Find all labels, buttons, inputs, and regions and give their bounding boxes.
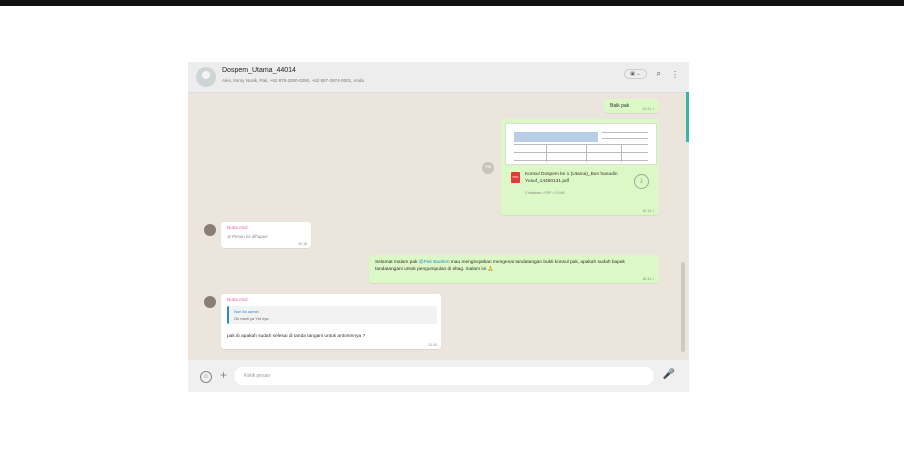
message-incoming[interactable]: Nuria Ansl Nuri Ila admin Ok nanti ya Yi… <box>221 294 441 349</box>
compose-bar: ☺ + Ketik pesan 🎤 <box>188 360 689 392</box>
message-time: 10.11 ✓ <box>642 107 655 111</box>
message-outgoing[interactable]: Selamat malam pak @Pak Baahim mau mengin… <box>369 255 659 283</box>
microphone-icon[interactable]: 🎤 <box>663 369 675 380</box>
chat-header[interactable]: Dospem_Utama_44014 Alex, Imroy Nusik, Pa… <box>188 62 689 93</box>
message-time: 10.14 ✓ <box>642 209 655 213</box>
sender-name[interactable]: Nuria Ansl <box>227 297 248 302</box>
deleted-text: Pesan ini dihapus <box>232 234 268 239</box>
message-text: Baik pak <box>610 103 630 109</box>
message-text: pak ib apakah sudah selesai di tanda tan… <box>227 334 366 339</box>
video-call-button[interactable]: ▣ ⌄ <box>624 69 647 79</box>
sender-avatar[interactable] <box>204 224 216 236</box>
forward-icon[interactable]: ↪ <box>482 162 494 174</box>
sender-avatar[interactable] <box>204 296 216 308</box>
message-text-pre: Selamat malam pak <box>375 260 419 265</box>
scrollbar[interactable] <box>681 262 685 352</box>
message-outgoing[interactable]: Baik pak 10.11 ✓ <box>604 99 659 113</box>
message-time: 18.31 ✓ <box>642 277 655 281</box>
message-input[interactable]: Ketik pesan <box>234 367 654 385</box>
pdf-icon: PDF <box>511 172 520 183</box>
quote-text: Ok nanti ya Yid nya <box>234 316 269 321</box>
message-time: 21.00 <box>428 343 437 347</box>
emoji-icon[interactable]: ☺ <box>200 371 212 383</box>
search-icon[interactable]: ⌕ <box>657 69 661 79</box>
document-message[interactable]: PDF Konsul Dospem ke 1 (Utama)_Bun hanud… <box>501 119 659 215</box>
deleted-icon: ⊘ <box>227 234 231 239</box>
message-incoming[interactable]: Nuria Ansl ⊘ Pesan ini dihapus 10.16 <box>221 222 311 248</box>
deleted-message: ⊘ Pesan ini dihapus <box>227 234 268 240</box>
document-preview[interactable] <box>505 123 657 165</box>
attach-icon[interactable]: + <box>220 368 227 382</box>
mention-link[interactable]: @Pak Baahim <box>419 260 450 265</box>
download-icon[interactable]: ⤓ <box>634 174 649 189</box>
quoted-message[interactable]: Nuri Ila admin Ok nanti ya Yid nya <box>227 306 437 324</box>
top-border <box>0 0 904 6</box>
header-actions: ▣ ⌄ ⌕ ⋮ <box>624 69 679 79</box>
group-avatar[interactable] <box>196 67 216 87</box>
group-name[interactable]: Dospem_Utama_44014 <box>222 67 296 74</box>
message-input-placeholder: Ketik pesan <box>244 373 271 379</box>
document-name: Konsul Dospem ke 1 (Utama)_Bun hanudin Y… <box>525 172 618 184</box>
chat-window: Dospem_Utama_44014 Alex, Imroy Nusik, Pa… <box>188 62 689 392</box>
quote-author: Nuri Ila admin <box>234 309 259 314</box>
sender-name[interactable]: Nuria Ansl <box>227 225 248 230</box>
document-meta: 3 halaman • PDF • 3,9 kB <box>525 191 565 195</box>
message-time: 10.16 <box>298 242 307 246</box>
menu-icon[interactable]: ⋮ <box>671 70 679 79</box>
message-text: Selamat malam pak @Pak Baahim mau mengin… <box>375 259 647 273</box>
accent-edge <box>686 92 689 142</box>
group-members: Alex, Imroy Nusik, Pak, +62 878-2000-029… <box>222 78 364 83</box>
